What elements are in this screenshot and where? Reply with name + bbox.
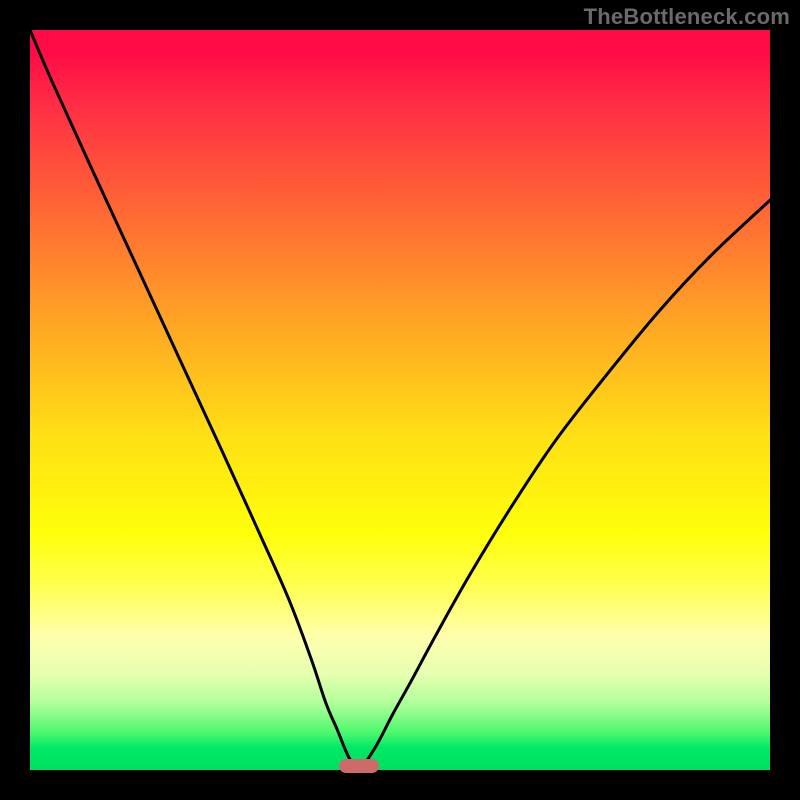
curve-right-branch [364,200,770,764]
chart-frame: TheBottleneck.com [0,0,800,800]
bottleneck-marker [339,759,379,773]
bottleneck-curve [30,30,770,770]
watermark-text: TheBottleneck.com [584,4,790,30]
chart-plot-area [30,30,770,770]
curve-left-branch [30,30,354,764]
